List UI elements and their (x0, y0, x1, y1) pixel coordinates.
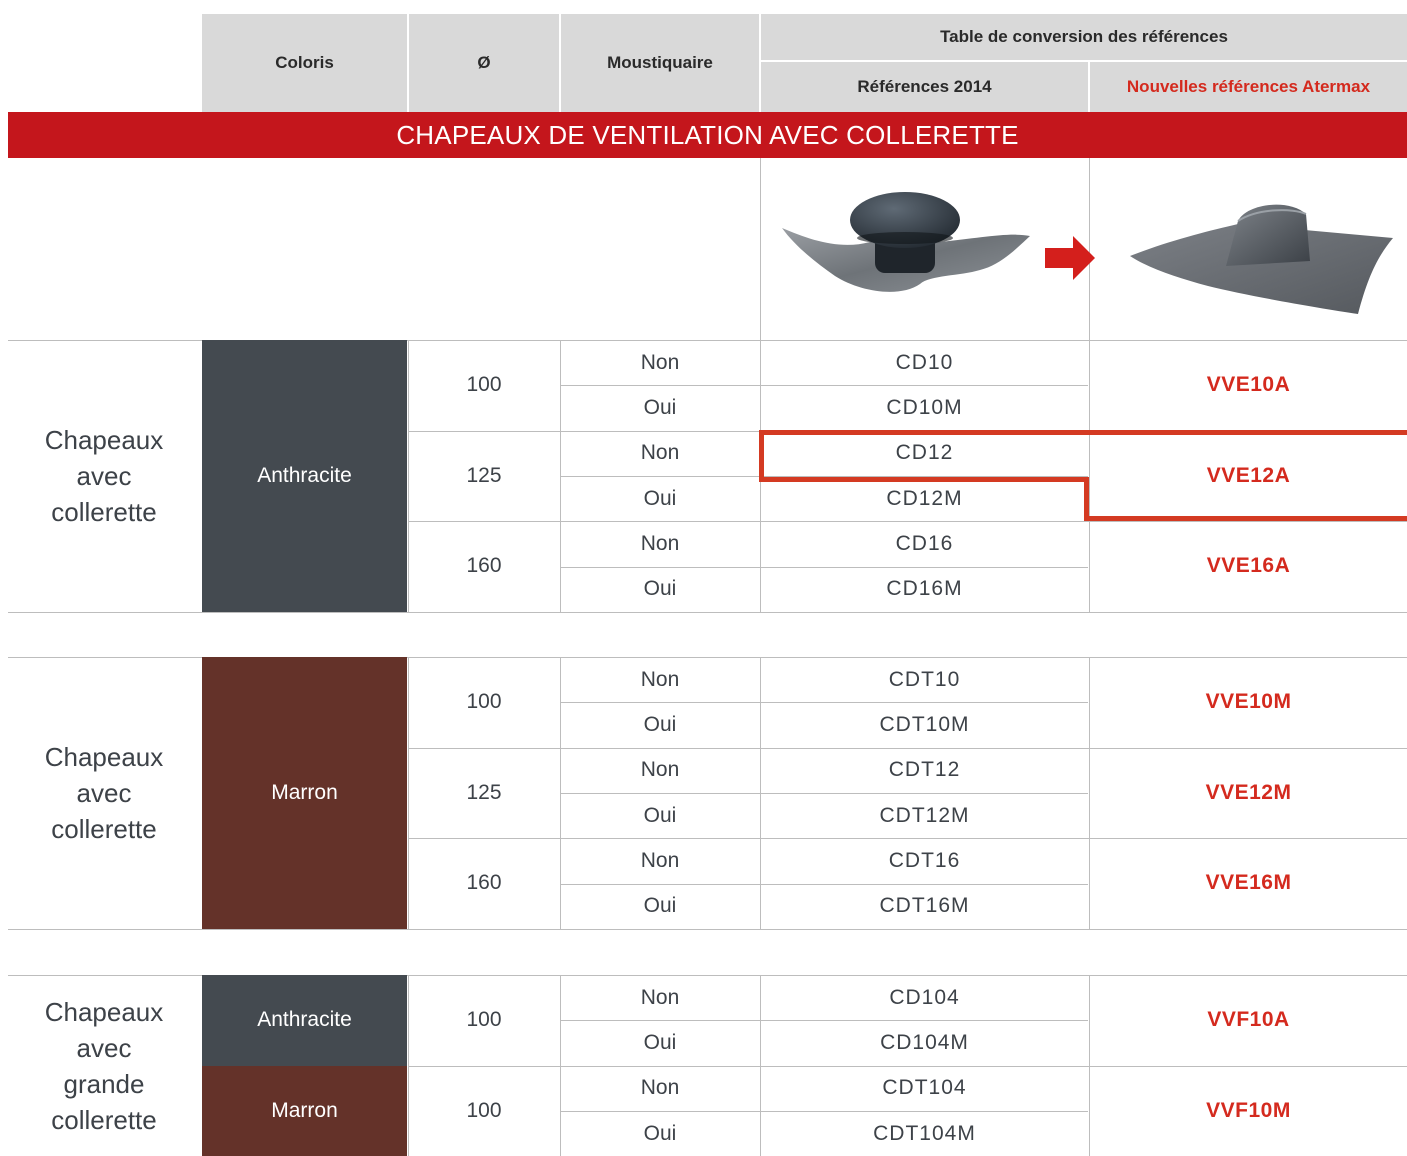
new-reference-cell: VVE12A (1206, 463, 1291, 487)
mosquito-net-cell: Non (640, 531, 680, 555)
reference-2014-cell: CDT104 (882, 1076, 967, 1100)
reference-2014-cell: CDT16 (888, 848, 961, 872)
mosquito-net-cell: Oui (643, 803, 677, 827)
mosquito-net-cell: Oui (643, 1030, 677, 1054)
reference-2014-cell: CDT104M (873, 1121, 976, 1145)
mosquito-net-cell: Oui (643, 1121, 677, 1145)
category-line: Chapeaux (44, 424, 164, 455)
header-coloris: Coloris (202, 14, 407, 112)
image-row-divider (760, 158, 761, 340)
category-label: Chapeaux avec collerette (8, 657, 200, 929)
category-text: Chapeaux avec collerette (45, 739, 164, 847)
category-line: avec (76, 1032, 132, 1063)
color-swatch: Anthracite (202, 340, 407, 612)
diameter-cell: 100 (466, 1008, 502, 1032)
reference-2014-cell: CDT10M (879, 712, 970, 736)
new-reference-cell: VVE10M (1205, 690, 1292, 714)
mosquito-net-cell: Oui (643, 577, 677, 601)
mosquito-net-cell: Non (640, 350, 680, 374)
mosquito-net-cell: Non (640, 667, 680, 691)
reference-2014-cell: CDT12 (888, 758, 961, 782)
reference-2014-cell: CD104 (889, 985, 960, 1009)
sub-row-divider (561, 702, 1088, 704)
color-swatch: Anthracite (202, 975, 407, 1066)
mosquito-net-cell: Oui (643, 395, 677, 419)
sub-row-divider (561, 1110, 1088, 1112)
category-line: Chapeaux (44, 741, 164, 772)
color-swatch: Marron (202, 657, 407, 929)
reference-2014-cell: CD104M (880, 1030, 969, 1054)
category-line: collerette (51, 813, 157, 844)
arrow-right-icon (1045, 236, 1095, 280)
category-line: avec (76, 777, 132, 808)
reference-2014-cell: CD10 (895, 350, 954, 374)
category-line: collerette (51, 1104, 157, 1135)
category-text: Chapeaux avec grande collerette (45, 994, 164, 1138)
sub-row-divider (561, 1020, 1088, 1022)
reference-2014-cell: CD16 (895, 531, 954, 555)
group-border (8, 611, 1407, 613)
category-line: collerette (51, 496, 157, 527)
new-reference-cell: VVE10A (1206, 373, 1291, 397)
sub-row-divider (561, 385, 1088, 387)
new-reference-cell: VVF10M (1206, 1098, 1291, 1122)
reference-2014-cell: CD12M (886, 486, 963, 510)
group-border (8, 928, 1407, 930)
diameter-cell: 125 (466, 780, 502, 804)
category-line: avec (76, 460, 132, 491)
mosquito-net-cell: Non (640, 848, 680, 872)
category-line: grande (63, 1068, 145, 1099)
old-product-image (782, 192, 1030, 292)
sub-row-divider (561, 883, 1088, 885)
header-diametre: Ø (409, 14, 559, 112)
category-text: Chapeaux avec collerette (45, 422, 164, 530)
mosquito-net-cell: Non (640, 985, 680, 1009)
highlight-line (1084, 477, 1089, 521)
reference-2014-cell: CD10M (886, 395, 963, 419)
mosquito-net-cell: Non (640, 758, 680, 782)
new-reference-cell: VVE16M (1205, 871, 1292, 895)
header-new-refs: Nouvelles références Atermax (1090, 62, 1407, 112)
sub-row-divider (561, 566, 1088, 568)
header-moustiquaire: Moustiquaire (561, 14, 759, 112)
reference-2014-cell: CDT10 (888, 667, 961, 691)
mosquito-net-cell: Oui (643, 894, 677, 918)
highlight-line (759, 477, 1089, 482)
highlight-line (759, 430, 1407, 435)
new-reference-cell: VVE16A (1206, 554, 1291, 578)
color-swatch: Marron (202, 1065, 407, 1156)
diameter-cell: 125 (466, 463, 502, 487)
diameter-cell: 160 (466, 871, 502, 895)
new-reference-cell: VVE12M (1205, 780, 1292, 804)
category-label: Chapeaux avec collerette (8, 340, 200, 612)
new-product-image (1130, 204, 1393, 314)
mosquito-net-cell: Non (640, 1076, 680, 1100)
category-line: Chapeaux (44, 996, 164, 1027)
category-label: Chapeaux avec grande collerette (8, 975, 200, 1156)
mosquito-net-cell: Non (640, 441, 680, 465)
header-refs-2014: Références 2014 (761, 62, 1088, 112)
reference-2014-cell: CDT16M (879, 894, 970, 918)
reference-2014-cell: CDT12M (879, 803, 970, 827)
diameter-cell: 160 (466, 554, 502, 578)
sub-row-divider (561, 792, 1088, 794)
mosquito-net-cell: Oui (643, 486, 677, 510)
highlight-line (759, 430, 764, 482)
reference-2014-cell: CD12 (895, 441, 954, 465)
reference-2014-cell: CD16M (886, 577, 963, 601)
new-reference-cell: VVF10A (1207, 1008, 1290, 1032)
diameter-cell: 100 (466, 1098, 502, 1122)
section-banner: CHAPEAUX DE VENTILATION AVEC COLLERETTE (8, 112, 1407, 158)
header-conversion-title: Table de conversion des références (761, 14, 1407, 60)
mosquito-net-cell: Oui (643, 712, 677, 736)
diameter-cell: 100 (466, 690, 502, 714)
highlight-line (1084, 516, 1407, 521)
diameter-cell: 100 (466, 373, 502, 397)
